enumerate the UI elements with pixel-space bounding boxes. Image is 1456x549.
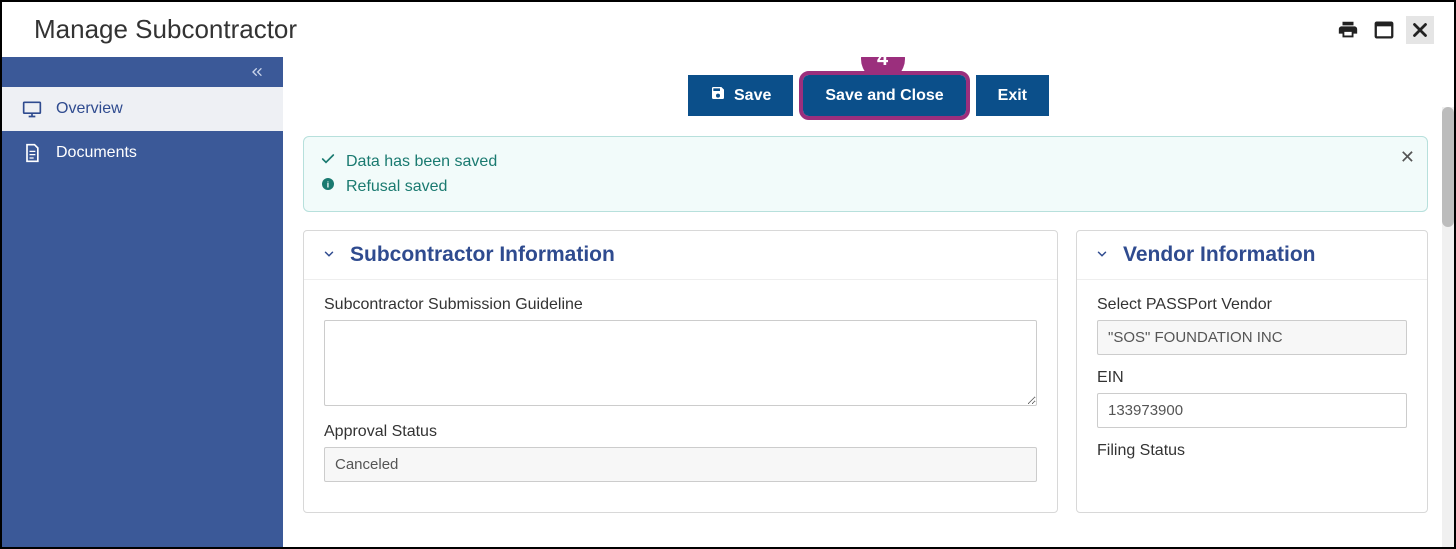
scrollbar[interactable] [1442, 107, 1454, 547]
save-icon [710, 85, 726, 106]
maximize-icon[interactable] [1370, 16, 1398, 44]
select-vendor-field: Select PASSPort Vendor [1097, 296, 1407, 355]
ein-field: EIN [1097, 369, 1407, 428]
chevron-down-icon [1095, 247, 1109, 264]
check-icon [320, 151, 336, 172]
monitor-icon [22, 99, 42, 119]
main-content: 4 Save Save and Close Exit [283, 57, 1454, 547]
approval-status-input [324, 447, 1037, 482]
filing-status-field: Filing Status [1097, 442, 1407, 460]
guideline-label: Subcontractor Submission Guideline [324, 296, 1037, 314]
sidebar-item-overview[interactable]: Overview [2, 87, 283, 131]
alert-line-2: i Refusal saved [320, 174, 1411, 199]
window-controls [1334, 16, 1434, 44]
save-and-close-label: Save and Close [825, 87, 943, 105]
page-title: Manage Subcontractor [34, 14, 297, 45]
save-button[interactable]: Save [688, 75, 793, 116]
select-vendor-label: Select PASSPort Vendor [1097, 296, 1407, 314]
vendor-panel: Vendor Information Select PASSPort Vendo… [1076, 230, 1428, 513]
guideline-textarea[interactable] [324, 320, 1037, 406]
sidebar-collapse-button[interactable] [2, 57, 283, 87]
approval-status-field: Approval Status [324, 423, 1037, 482]
vendor-panel-title: Vendor Information [1123, 243, 1316, 267]
save-button-label: Save [734, 87, 771, 105]
scrollbar-thumb[interactable] [1442, 107, 1454, 227]
alert-close-button[interactable]: ✕ [1400, 147, 1415, 168]
app-window: Manage Subcontractor Overview [0, 0, 1456, 549]
subcontractor-panel-title: Subcontractor Information [350, 243, 615, 267]
app-body: Overview Documents 4 Save Sav [2, 57, 1454, 547]
alert-line-1: Data has been saved [320, 149, 1411, 174]
sidebar-item-documents[interactable]: Documents [2, 131, 283, 175]
alert-text-2: Refusal saved [346, 178, 447, 196]
window-header: Manage Subcontractor [2, 2, 1454, 57]
filing-status-label: Filing Status [1097, 442, 1407, 460]
ein-input[interactable] [1097, 393, 1407, 428]
exit-button-label: Exit [998, 87, 1027, 105]
alert-text-1: Data has been saved [346, 153, 497, 171]
subcontractor-panel: Subcontractor Information Subcontractor … [303, 230, 1058, 513]
subcontractor-panel-body: Subcontractor Submission Guideline Appro… [304, 280, 1057, 512]
info-icon: i [320, 176, 336, 197]
document-icon [22, 143, 42, 163]
sidebar-item-label: Overview [56, 100, 123, 118]
sidebar-item-label: Documents [56, 144, 137, 162]
ein-label: EIN [1097, 369, 1407, 387]
exit-button[interactable]: Exit [976, 75, 1049, 116]
sidebar: Overview Documents [2, 57, 283, 547]
panel-row: Subcontractor Information Subcontractor … [283, 230, 1454, 513]
vendor-panel-header[interactable]: Vendor Information [1077, 231, 1427, 280]
alert-banner: Data has been saved i Refusal saved ✕ [303, 136, 1428, 212]
save-and-close-button[interactable]: Save and Close [803, 75, 965, 116]
approval-status-label: Approval Status [324, 423, 1037, 441]
close-icon[interactable] [1406, 16, 1434, 44]
guideline-field: Subcontractor Submission Guideline [324, 296, 1037, 409]
svg-text:i: i [327, 179, 329, 189]
select-vendor-input [1097, 320, 1407, 355]
action-toolbar: Save Save and Close Exit [283, 57, 1454, 130]
subcontractor-panel-header[interactable]: Subcontractor Information [304, 231, 1057, 280]
vendor-panel-body: Select PASSPort Vendor EIN Filing Status [1077, 280, 1427, 490]
print-icon[interactable] [1334, 16, 1362, 44]
chevron-down-icon [322, 247, 336, 264]
